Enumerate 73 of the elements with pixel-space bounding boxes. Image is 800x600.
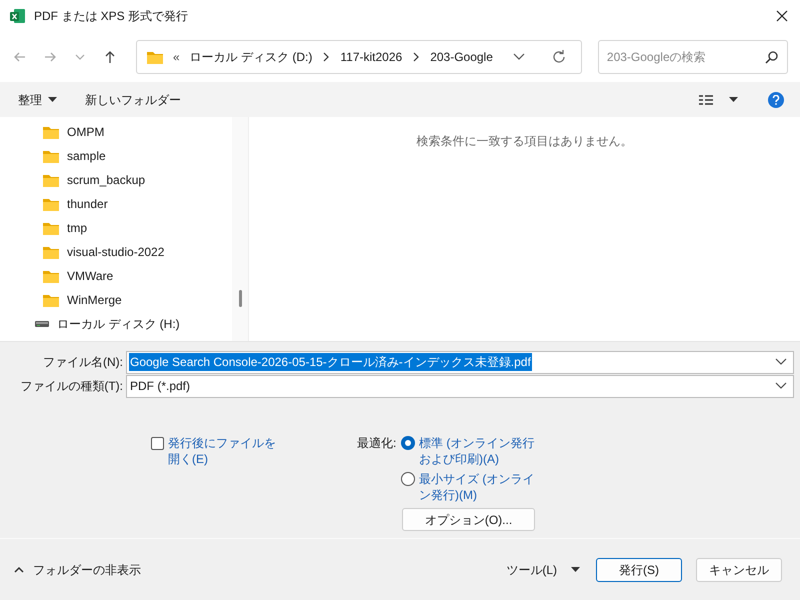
caret-icon: [48, 96, 57, 102]
help-icon[interactable]: [768, 92, 784, 108]
radio-button[interactable]: [401, 436, 415, 450]
address-bar[interactable]: « ローカル ディスク (D:) 117-kit2026 203-Google: [136, 40, 582, 74]
empty-message: 検索条件に一致する項目はありません。: [416, 133, 632, 150]
tools-menu[interactable]: ツール(L): [506, 560, 580, 578]
view-list-icon[interactable]: [699, 94, 713, 104]
field-label: ファイルの種類(T):: [19, 378, 124, 395]
folder-icon: [147, 50, 163, 64]
radio-button[interactable]: [401, 472, 415, 486]
folder-icon: [43, 125, 59, 139]
caret-icon: [571, 566, 580, 572]
file-type-dropdown[interactable]: PDF (*.pdf): [126, 374, 794, 398]
scrollbar[interactable]: [232, 117, 248, 341]
cancel-button[interactable]: キャンセル: [696, 558, 782, 582]
tree-item-label: OMPM: [67, 124, 104, 141]
app-icon: [10, 8, 26, 24]
tree-item[interactable]: ローカル ディスク (H:): [0, 312, 232, 336]
optimize-label: 最適化:: [357, 435, 398, 451]
folder-icon: [43, 221, 59, 235]
refresh-icon: [550, 49, 567, 65]
search-field[interactable]: 203-Googleの検索: [598, 40, 788, 74]
field-value: Google Search Console-2026-05-15-クロール済み-インデックス未登録.pdf: [129, 353, 532, 371]
checkbox-label[interactable]: 発行後にファイルを開く(E): [168, 435, 280, 467]
tree-item[interactable]: thunder: [0, 192, 232, 216]
tree-item-label: VMWare: [67, 268, 114, 285]
overflow-chevron[interactable]: «: [173, 48, 180, 66]
close-icon[interactable]: [776, 10, 788, 22]
drive-icon: [35, 320, 49, 328]
folder-icon: [43, 173, 59, 187]
tree-item-label: visual-studio-2022: [67, 244, 164, 261]
tree-item[interactable]: tmp: [0, 216, 232, 240]
chevron-down-icon: [775, 382, 787, 390]
tree-item[interactable]: sample: [0, 144, 232, 168]
tree-item-label: sample: [67, 148, 106, 165]
chevron-right-icon: [412, 52, 420, 62]
tree-item[interactable]: visual-studio-2022: [0, 240, 232, 264]
search-icon: [765, 50, 779, 64]
tree-item-label: ローカル ディスク (H:): [57, 316, 180, 333]
folder-icon: [43, 197, 59, 211]
tree-item-label: scrum_backup: [67, 172, 146, 189]
tree-item[interactable]: OMPM: [0, 120, 232, 144]
caret-icon: [729, 96, 738, 102]
radio-label[interactable]: 最小サイズ (オンライン発行)(M): [419, 471, 537, 503]
field-value: PDF (*.pdf): [129, 378, 192, 395]
tree-item[interactable]: scrum_backup: [0, 168, 232, 192]
folder-icon: [43, 149, 59, 163]
hide-folders-button[interactable]: フォルダーの非表示: [14, 560, 141, 578]
radio-label[interactable]: 標準 (オンライン発行および印刷)(A): [419, 435, 537, 467]
breadcrumb[interactable]: 117-kit2026: [340, 48, 402, 66]
file-name-field[interactable]: Google Search Console-2026-05-15-クロール済み-インデックス未登録.pdf: [126, 350, 794, 374]
folder-icon: [43, 269, 59, 283]
breadcrumb[interactable]: 203-Google: [430, 48, 493, 66]
tree-item-label: thunder: [67, 196, 108, 213]
new-folder-button[interactable]: 新しいフォルダー: [85, 90, 181, 108]
chevron-down-icon: [512, 53, 525, 61]
checkbox[interactable]: [151, 437, 164, 450]
options-button[interactable]: オプション(O)...: [402, 508, 535, 531]
search-placeholder: 203-Googleの検索: [606, 49, 707, 66]
breadcrumb[interactable]: ローカル ディスク (D:): [190, 48, 312, 66]
chevron-down-icon: [775, 358, 787, 366]
tree-item[interactable]: WinMerge: [0, 288, 232, 312]
field-label: ファイル名(N):: [42, 354, 124, 371]
folder-icon: [43, 245, 59, 259]
tree-item-label: tmp: [67, 220, 88, 237]
organize-menu[interactable]: 整理: [18, 90, 57, 108]
tree-item-label: WinMerge: [67, 292, 122, 309]
folder-icon: [43, 293, 59, 307]
publish-button[interactable]: 発行(S): [596, 558, 682, 582]
chevron-up-icon: [14, 566, 24, 573]
chevron-right-icon: [322, 52, 330, 62]
tree-item[interactable]: VMWare: [0, 264, 232, 288]
window-title: PDF または XPS 形式で発行: [34, 8, 188, 25]
